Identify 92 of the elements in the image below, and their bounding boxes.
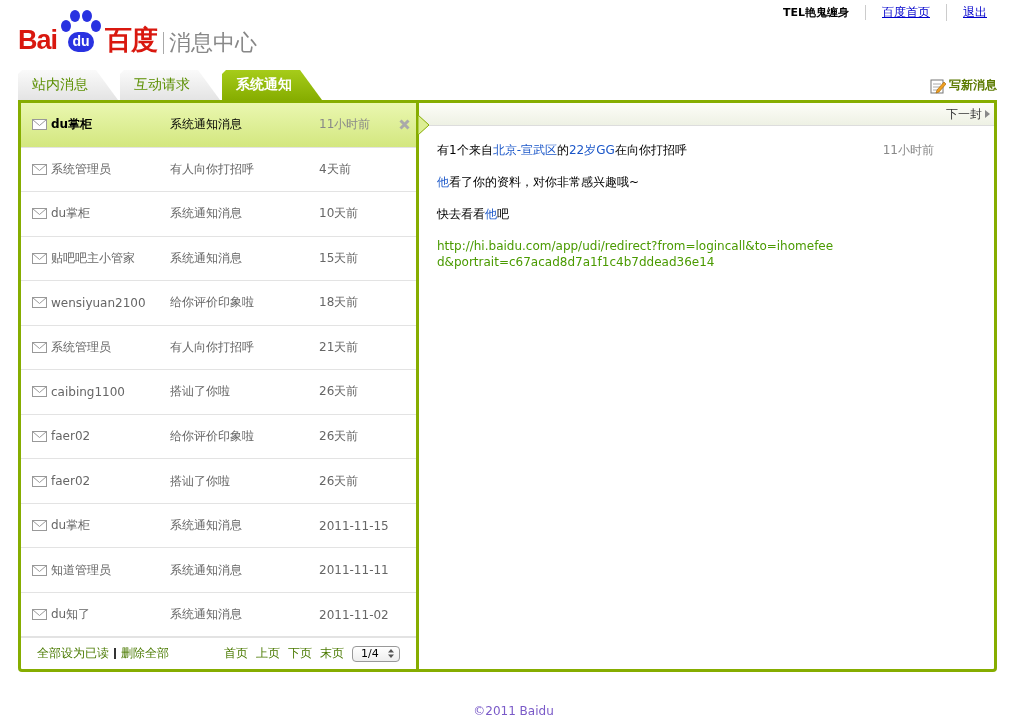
- message-row[interactable]: wensiyuan2100 给你评价印象啦 18天前: [21, 281, 416, 326]
- envelope-icon: [32, 431, 47, 442]
- envelope-icon: [32, 252, 47, 264]
- tab[interactable]: 站内消息: [18, 70, 118, 100]
- sender-name: caibing1100: [51, 384, 126, 399]
- tab[interactable]: 互动请求: [120, 70, 220, 100]
- message-time: 21天前: [319, 338, 360, 356]
- message-subject: 系统通知消息: [170, 517, 243, 535]
- message-time: 11小时前: [319, 116, 372, 134]
- message-row[interactable]: 贴吧吧主小管家 系统通知消息 15天前: [21, 236, 416, 282]
- page-select[interactable]: 1/4: [352, 645, 400, 662]
- updown-icon: [388, 649, 394, 659]
- message-subject: 系统通知消息: [170, 249, 243, 267]
- logo-text: Bai: [18, 27, 58, 54]
- message-row[interactable]: 系统管理员 有人向你打招呼 4天前: [21, 147, 416, 193]
- message-row[interactable]: du掌柜 系统通知消息 10天前: [21, 192, 416, 237]
- section-title: 消息中心: [163, 32, 258, 54]
- sender-name: faer02: [51, 429, 92, 444]
- notepad-pencil-icon[interactable]: [930, 77, 946, 94]
- sender-name: 系统管理员: [51, 338, 112, 356]
- pager-link[interactable]: 上页: [256, 645, 280, 663]
- compose-link[interactable]: 写新消息: [949, 77, 997, 94]
- message-time: 4天前: [319, 160, 352, 178]
- message-time: 26天前: [319, 472, 360, 490]
- inline-link[interactable]: 他: [485, 207, 497, 221]
- message-time: 11小时前: [882, 142, 934, 158]
- message-subject: 搭讪了你啦: [170, 383, 231, 401]
- envelope-icon: [32, 386, 47, 398]
- message-row[interactable]: faer02 搭讪了你啦 26天前: [21, 459, 416, 504]
- next-message-link[interactable]: 下一封: [946, 105, 982, 123]
- url-link[interactable]: http://hi.baidu.com/app/udi/redirect?from=logincall&to=ihomefeed&portrait=c67acad8d7a1f1c4b7ddead36e14: [437, 238, 837, 270]
- sender-name: du掌柜: [51, 116, 94, 134]
- inline-link[interactable]: 北京-宣武区: [492, 143, 557, 157]
- message-row[interactable]: du掌柜 系统通知消息 11小时前: [21, 103, 416, 148]
- sender-name: du掌柜: [51, 205, 92, 223]
- pager-link[interactable]: 首页: [224, 645, 248, 663]
- message-row[interactable]: du掌柜 系统通知消息 2011-11-15: [21, 503, 416, 549]
- pager-link[interactable]: 下页: [288, 645, 312, 663]
- header-link[interactable]: 百度首页: [866, 4, 947, 21]
- message-row[interactable]: du知了 系统通知消息 2011-11-02: [21, 592, 416, 638]
- message-row[interactable]: 知道管理员 系统通知消息 2011-11-11: [21, 548, 416, 593]
- message-row[interactable]: caibing1100 搭讪了你啦 26天前: [21, 370, 416, 415]
- inline-link[interactable]: 他: [437, 175, 449, 189]
- message-paragraph: 快去看看他吧: [437, 206, 509, 222]
- message-time: 2011-11-02: [319, 607, 390, 622]
- sender-name: du掌柜: [51, 517, 92, 535]
- copyright-text: ©2011 Baidu: [473, 704, 554, 718]
- envelope-icon: [32, 341, 47, 353]
- envelope-icon: [32, 208, 47, 220]
- envelope-icon: [32, 564, 47, 576]
- logo-badge: du: [68, 32, 95, 52]
- message-time: 10天前: [319, 205, 360, 223]
- envelope-icon: [32, 609, 47, 621]
- sender-name: faer02: [51, 474, 92, 488]
- message-subject: 系统通知消息: [170, 205, 243, 223]
- inline-link[interactable]: 22岁GG: [569, 143, 615, 157]
- envelope-icon: [32, 119, 47, 131]
- sender-name: 知道管理员: [51, 561, 112, 579]
- message-row[interactable]: faer02 给你评价印象啦 26天前: [21, 414, 416, 460]
- caret-icon: [985, 110, 990, 118]
- message-time: 26天前: [319, 383, 360, 401]
- message-paragraph: 有1个来自北京-宣武区的22岁GG在向你打招呼: [437, 142, 687, 158]
- message-paragraph: 他看了你的资料，对你非常感兴趣哦~: [437, 174, 640, 190]
- logo-text: 百度: [105, 27, 158, 54]
- list-action-link[interactable]: 删除全部: [121, 645, 169, 663]
- message-time: 18天前: [319, 294, 360, 312]
- message-subject: 搭讪了你啦: [170, 472, 231, 490]
- envelope-icon: [32, 475, 47, 487]
- message-time: 26天前: [319, 428, 360, 445]
- sender-name: du知了: [51, 606, 92, 624]
- envelope-icon: [32, 520, 47, 532]
- sender-name: 系统管理员: [51, 160, 112, 178]
- message-time: 15天前: [319, 249, 360, 267]
- sender-name: 贴吧吧主小管家: [51, 249, 136, 267]
- envelope-icon: [32, 163, 47, 175]
- message-time: 2011-11-11: [319, 563, 390, 578]
- message-subject: 系统通知消息: [170, 606, 243, 624]
- sender-name: wensiyuan2100: [51, 295, 147, 310]
- list-action-link[interactable]: 全部设为已读: [37, 645, 109, 663]
- message-subject: 系统通知消息: [170, 116, 243, 134]
- message-time: 2011-11-15: [319, 518, 390, 533]
- header-link[interactable]: 退出: [947, 4, 987, 21]
- message-subject: 给你评价印象啦: [170, 428, 255, 445]
- message-subject: 给你评价印象啦: [170, 294, 255, 312]
- message-subject: 系统通知消息: [170, 561, 243, 579]
- close-icon[interactable]: [399, 119, 410, 130]
- user-name: TEL艳鬼缠身: [782, 5, 866, 20]
- pager-link[interactable]: 末页: [320, 645, 344, 663]
- envelope-icon: [32, 297, 47, 309]
- message-row[interactable]: 系统管理员 有人向你打招呼 21天前: [21, 325, 416, 371]
- message-subject: 有人向你打招呼: [170, 338, 255, 356]
- message-subject: 有人向你打招呼: [170, 160, 255, 178]
